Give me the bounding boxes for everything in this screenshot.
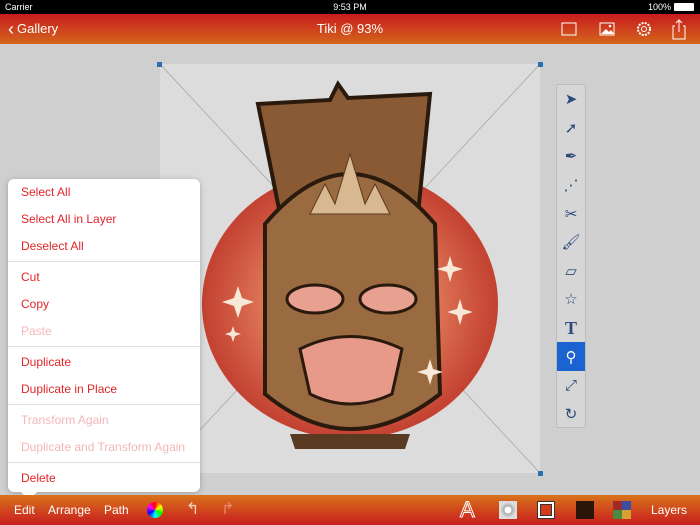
scale-tool[interactable]: ⤢ bbox=[557, 371, 585, 400]
scissors-tool[interactable]: ✂ bbox=[557, 199, 585, 228]
gradient-icon[interactable] bbox=[499, 501, 517, 519]
tool-palette: ➤ ➚ ✒ ⋰ ✂ 🖌 ▱ ☆ T ⚲ ⤢ ↻ bbox=[556, 84, 586, 428]
eyedropper-tool[interactable]: ⚲ bbox=[557, 342, 585, 371]
menu-copy[interactable]: Copy bbox=[8, 291, 200, 318]
stroke-icon[interactable] bbox=[537, 501, 555, 519]
brush-tool[interactable]: 🖌 bbox=[557, 228, 585, 257]
menu-duplicate-and-transform-again: Duplicate and Transform Again bbox=[21, 440, 186, 454]
text-tool[interactable]: T bbox=[557, 314, 585, 343]
chevron-left-icon: ‹ bbox=[8, 18, 14, 39]
nav-bar: ‹ Gallery Tiki @ 93% bbox=[0, 14, 700, 44]
menu-deselect-all[interactable]: Deselect All bbox=[8, 233, 200, 260]
direct-select-tool[interactable]: ➚ bbox=[557, 114, 585, 143]
battery-percent: 100% bbox=[647, 2, 671, 12]
fit-screen-icon[interactable] bbox=[560, 20, 578, 38]
edit-button[interactable]: Edit bbox=[14, 503, 35, 517]
divider bbox=[8, 346, 200, 347]
redo-icon[interactable]: ↱ bbox=[221, 499, 234, 519]
menu-duplicate-in-place[interactable]: Duplicate in Place bbox=[8, 376, 200, 403]
edit-menu-popover: Select All Select All in Layer Deselect … bbox=[8, 179, 200, 500]
menu-paste: Paste bbox=[21, 324, 52, 338]
status-bar: Carrier 9:53 PM 100% bbox=[0, 0, 700, 14]
menu-select-all-in-layer[interactable]: Select All in Layer bbox=[8, 206, 200, 233]
back-label: Gallery bbox=[17, 21, 59, 36]
star-shape-tool[interactable]: ☆ bbox=[557, 285, 585, 314]
selection-handle[interactable] bbox=[157, 62, 162, 67]
artboard[interactable] bbox=[159, 63, 541, 474]
pen-tool[interactable]: ✒ bbox=[557, 142, 585, 171]
swatches-icon[interactable] bbox=[613, 501, 631, 519]
clock: 9:53 PM bbox=[333, 2, 367, 12]
divider bbox=[8, 462, 200, 463]
rotate-tool[interactable]: ↻ bbox=[557, 400, 585, 429]
share-icon[interactable] bbox=[670, 18, 688, 40]
back-button[interactable]: ‹ Gallery bbox=[8, 18, 59, 39]
menu-transform-again: Transform Again bbox=[21, 413, 109, 427]
undo-icon[interactable]: ↰ bbox=[186, 499, 199, 519]
menu-delete[interactable]: Delete bbox=[8, 465, 200, 492]
color-wheel-icon[interactable] bbox=[147, 502, 163, 518]
divider bbox=[8, 261, 200, 262]
menu-select-all[interactable]: Select All bbox=[8, 179, 200, 206]
menu-duplicate[interactable]: Duplicate bbox=[8, 349, 200, 376]
layers-button[interactable]: Layers bbox=[651, 503, 687, 517]
selection-handle[interactable] bbox=[538, 471, 543, 476]
bottom-toolbar: Edit Arrange Path ↰ ↱ A Layers bbox=[0, 495, 700, 525]
battery-icon bbox=[674, 3, 694, 11]
selection-handle[interactable] bbox=[538, 62, 543, 67]
select-arrow-tool[interactable]: ➤ bbox=[557, 85, 585, 114]
divider bbox=[8, 404, 200, 405]
menu-cut[interactable]: Cut bbox=[8, 264, 200, 291]
image-icon[interactable] bbox=[598, 20, 616, 38]
gear-icon[interactable] bbox=[635, 20, 653, 38]
document-title: Tiki @ 93% bbox=[316, 21, 384, 36]
fill-color-swatch[interactable] bbox=[576, 501, 594, 519]
typography-icon[interactable]: A bbox=[460, 497, 476, 523]
arrange-button[interactable]: Arrange bbox=[48, 503, 91, 517]
tiki-artwork bbox=[159, 63, 541, 474]
eraser-tool[interactable]: ▱ bbox=[557, 257, 585, 286]
path-button[interactable]: Path bbox=[104, 503, 129, 517]
add-node-tool[interactable]: ⋰ bbox=[557, 171, 585, 200]
